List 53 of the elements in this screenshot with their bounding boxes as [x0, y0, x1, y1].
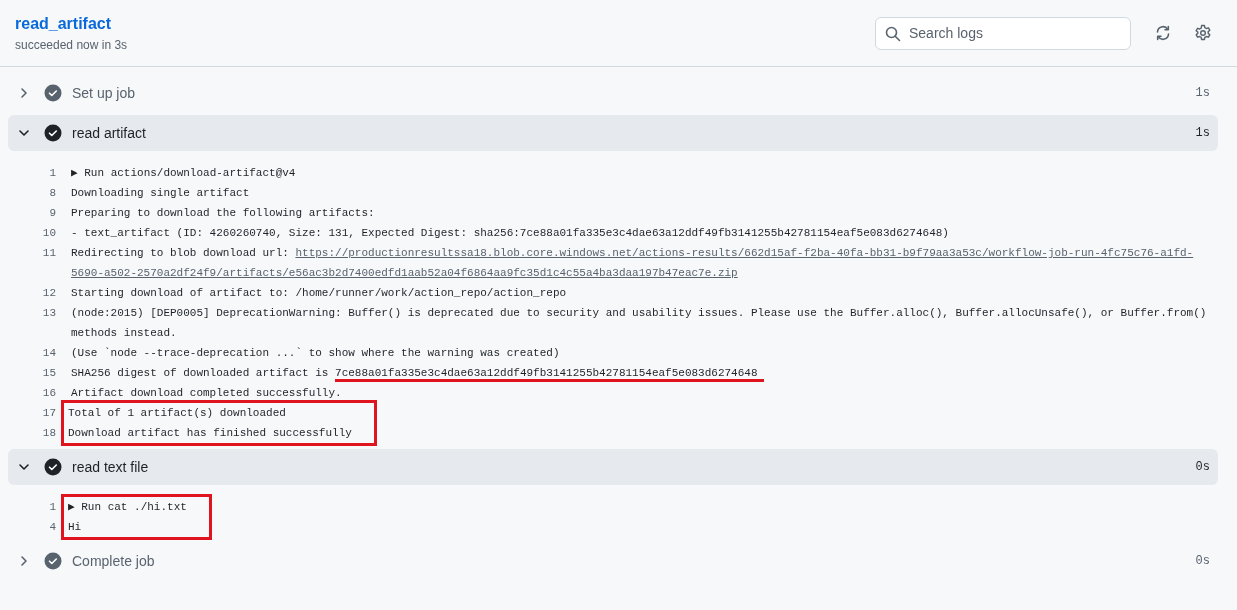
log-line: Preparing to download the following artifacts: [71, 206, 376, 221]
step-duration: 1s [1195, 126, 1210, 140]
log-line: ▶ Run cat ./hi.txt [68, 500, 187, 515]
step-name: read text file [72, 459, 150, 475]
underlined-hash: 7ce88a01fa335e3c4dae63a12ddf49fb3141255b42781154eaf5e083d6274648 [335, 367, 764, 382]
log-line: Download artifact has finished successfully [68, 426, 352, 441]
job-title[interactable]: read_artifact [15, 14, 128, 33]
refresh-icon [1155, 25, 1171, 41]
line-number: 11 [42, 246, 56, 261]
check-circle-icon [44, 458, 62, 476]
gear-icon [1194, 24, 1212, 42]
log-line: Hi [68, 520, 83, 535]
step-duration: 1s [1195, 86, 1210, 100]
line-number: 16 [42, 386, 56, 401]
step-header[interactable]: read text file 0s [8, 449, 1218, 485]
step-header[interactable]: Complete job 0s [8, 543, 1218, 579]
log-line: ▶ Run actions/download-artifact@v4 [71, 166, 297, 181]
line-number: 1 [49, 166, 56, 181]
step-duration: 0s [1195, 460, 1210, 474]
line-number: 13 [42, 306, 56, 321]
log-link[interactable]: https://productionresultssa18.blob.core.windows.net/actions-results/662d15af-f2ba-40fa-bb31-b9f79aa3a53c/workflow-job-run-4fc75c76-a1fd- [295, 243, 1194, 263]
log-line: Downloading single artifact [71, 186, 251, 201]
step-name: read artifact [72, 125, 147, 141]
step-duration: 0s [1195, 554, 1210, 568]
log-link[interactable]: 5690-a502-2570a2df24f9/artifacts/e56ac3b2d7400edfd1aab52a04f6864aa9fc35d1c4c55a4ba3daa197b47eac7e.zip [71, 263, 738, 283]
line-number: 4 [49, 520, 56, 535]
line-number: 18 [42, 426, 56, 441]
search-icon [885, 25, 901, 42]
job-status: succeeded now in 3s [15, 37, 128, 52]
line-number: 10 [42, 226, 56, 241]
check-circle-icon [44, 552, 62, 570]
check-circle-icon [44, 124, 62, 142]
line-number: 15 [42, 366, 56, 381]
step-name: Complete job [72, 553, 156, 569]
step-name: Set up job [72, 85, 137, 101]
line-number: 12 [42, 286, 56, 301]
step-header[interactable]: read artifact 1s [8, 115, 1218, 151]
line-number: 14 [42, 346, 56, 361]
log-line: Total of 1 artifact(s) downloaded [68, 406, 287, 421]
log-line: Starting download of artifact to: /home/runner/work/action_repo/action_repo [71, 286, 568, 301]
search-field[interactable]: Search logs [875, 16, 1131, 50]
log-line: SHA256 digest of downloaded artifact is 7ce88a01fa335e3c4dae63a12ddf49fb3141255b42781154eaf5e083d6274648 [71, 363, 1216, 383]
log-line: (node:2015) [DEP0005] DeprecationWarning: Buffer() is deprecated due to security and usability issues. Please use the Buffer.alloc(), Buffer.allocUnsafe(), or Buffer.from() methods instead. [71, 306, 1208, 341]
step-header[interactable]: Set up job 1s [8, 75, 1218, 111]
line-number: 1 [49, 500, 56, 515]
log-line: Artifact download completed successfully. [71, 386, 343, 401]
line-number: 17 [42, 406, 56, 421]
line-number: 8 [49, 186, 56, 201]
log-line: - text_artifact (ID: 4260260740, Size: 131, Expected Digest: sha256:7ce88a01fa335e3c4dae63a12ddf49fb3141255b42781154eaf5e083d6274648) [71, 226, 950, 241]
check-circle-icon [44, 84, 62, 102]
line-number: 9 [49, 206, 56, 221]
log-line: (Use `node --trace-deprecation ...` to show where the warning was created) [71, 346, 561, 361]
log-line: Redirecting to blob download url: https://productionresultssa18.blob.core.windows.net/actions-results/662d15af-f2ba-40fa-bb31-b9f79aa3a53c/workflow-job-run-4fc75c76-a1fd- 5690-a502-2570a2df24f9/artifacts/e56ac3b2d7400edfd1aab52a04f6864aa9fc35d1c4c55a4ba3daa197b47eac7e.zip [71, 243, 1216, 283]
